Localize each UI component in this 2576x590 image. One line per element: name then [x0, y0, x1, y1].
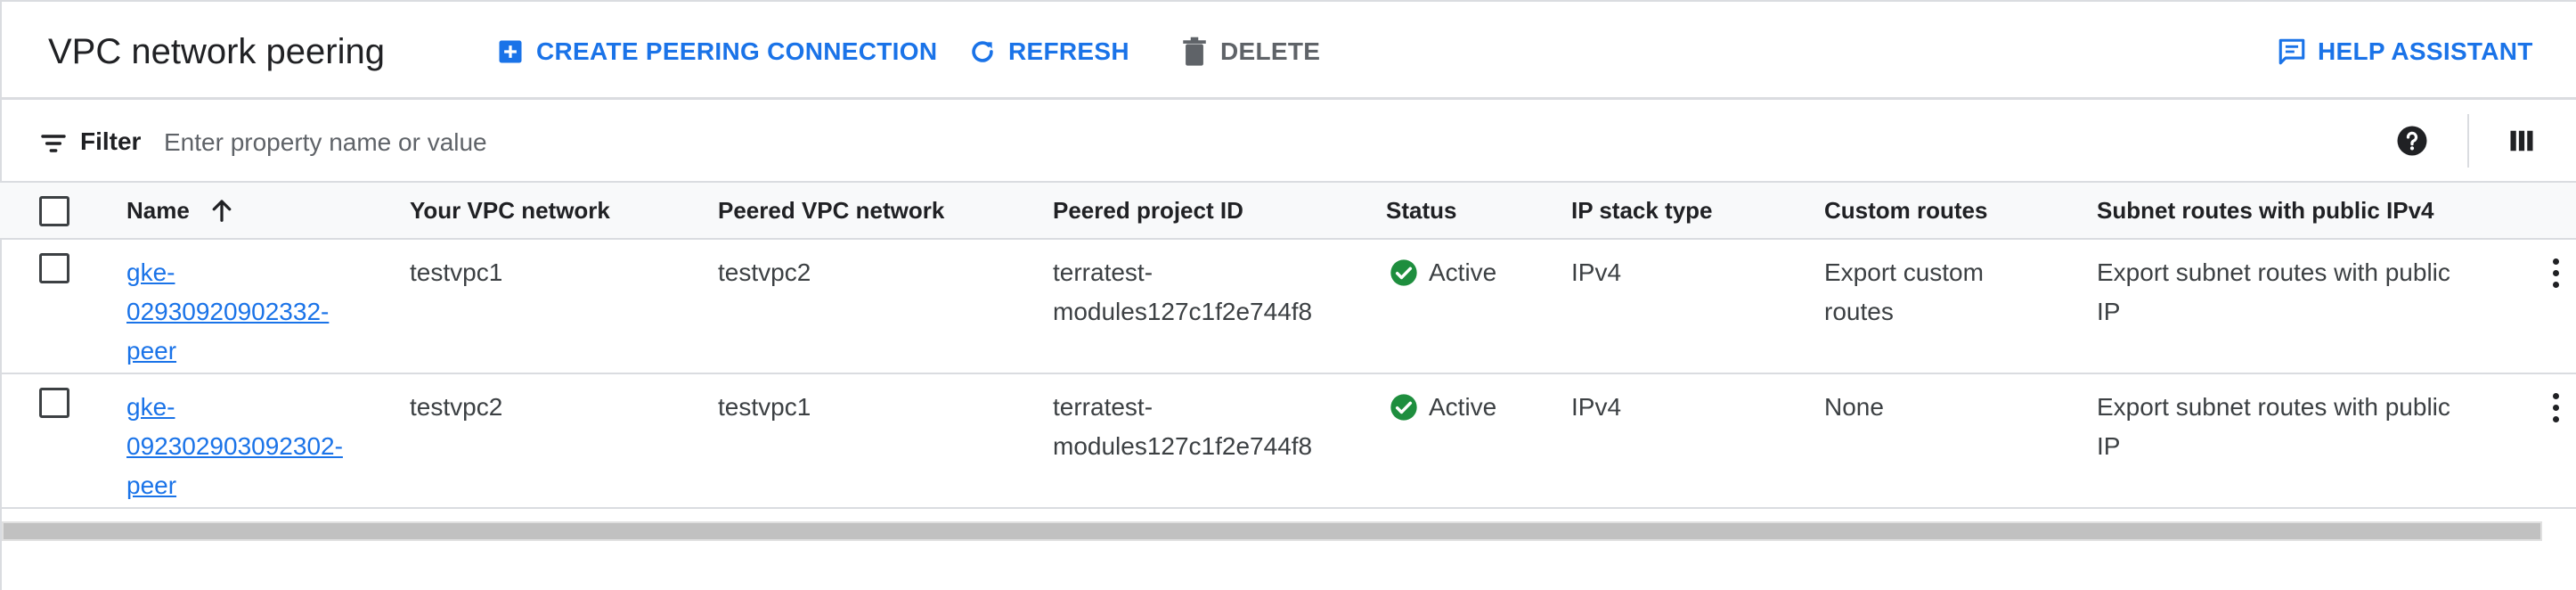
check-circle-icon	[1390, 394, 1417, 421]
refresh-label: REFRESH	[1008, 37, 1129, 65]
column-header-peered-project-id[interactable]: Peered project ID	[1053, 197, 1243, 225]
column-header-ip-stack-type[interactable]: IP stack type	[1571, 197, 1713, 225]
create-peering-connection-label: CREATE PEERING CONNECTION	[536, 37, 938, 65]
peering-name-cell: gke- 02930920902332- peer	[126, 253, 329, 371]
row-checkbox[interactable]	[39, 253, 69, 283]
select-all-checkbox[interactable]	[39, 196, 69, 226]
more-vert-icon[interactable]	[2547, 390, 2564, 426]
table-row: gke- 02930920902332- peer testvpc1 testvpc…	[0, 240, 2576, 374]
toolbar-divider	[2467, 114, 2469, 168]
status-text: Active	[1429, 258, 1497, 286]
page-header: VPC network peering CREATE PEERING CONNE…	[0, 5, 2576, 100]
chat-icon	[2277, 37, 2307, 67]
subnet-routes-cell: Export subnet routes with public IP	[2097, 258, 2450, 325]
column-display-icon[interactable]	[2508, 127, 2535, 154]
status-text: Active	[1429, 393, 1497, 421]
filter-bar: Filter	[0, 102, 2576, 183]
status-cell: Active	[1390, 388, 1496, 427]
column-header-subnet-routes[interactable]: Subnet routes with public IPv4	[2097, 197, 2434, 225]
status-cell: Active	[1390, 253, 1496, 292]
filter-input[interactable]	[164, 122, 2302, 163]
peered-project-id-cell: terratest-modules127c1f2e744f8	[1053, 393, 1313, 460]
row-checkbox[interactable]	[39, 388, 69, 418]
your-vpc-network-cell: testvpc2	[410, 393, 503, 421]
peered-vpc-network-cell: testvpc1	[718, 393, 811, 421]
table-row: gke- 092302903092302- peer testvpc2 testvp…	[0, 374, 2576, 509]
arrow-up-icon	[212, 200, 232, 222]
column-header-custom-routes[interactable]: Custom routes	[1824, 197, 1987, 225]
horizontal-scrollbar[interactable]	[2, 521, 2542, 541]
delete-button[interactable]: DELETE	[1179, 32, 1320, 71]
add-box-icon	[495, 37, 526, 67]
table-header: Name Your VPC network Peered VPC network…	[0, 183, 2576, 240]
column-header-name[interactable]: Name	[126, 197, 235, 225]
page-title: VPC network peering	[48, 32, 385, 71]
more-vert-icon[interactable]	[2547, 256, 2564, 291]
check-circle-icon	[1390, 259, 1417, 286]
column-header-peered-vpc-network[interactable]: Peered VPC network	[718, 197, 944, 225]
refresh-icon	[967, 37, 998, 67]
refresh-button[interactable]: REFRESH	[967, 32, 1129, 71]
create-peering-connection-button[interactable]: CREATE PEERING CONNECTION	[495, 32, 937, 71]
filter-icon	[39, 129, 68, 158]
peered-project-id-cell: terratest-modules127c1f2e744f8	[1053, 258, 1313, 325]
filter-label: Filter	[80, 127, 142, 155]
delete-label: DELETE	[1220, 37, 1321, 65]
trash-icon	[1179, 37, 1210, 67]
help-assistant-label: HELP ASSISTANT	[2318, 37, 2533, 65]
peering-name-link[interactable]: gke- 092302903092302- peer	[126, 393, 343, 499]
custom-routes-cell: None	[1824, 393, 1884, 421]
ip-stack-type-cell: IPv4	[1571, 258, 1622, 286]
your-vpc-network-cell: testvpc1	[410, 258, 503, 286]
ip-stack-type-cell: IPv4	[1571, 393, 1622, 421]
help-icon[interactable]	[2396, 125, 2428, 157]
column-header-your-vpc-network[interactable]: Your VPC network	[410, 197, 610, 225]
help-assistant-button[interactable]: HELP ASSISTANT	[2277, 32, 2533, 71]
peered-vpc-network-cell: testvpc2	[718, 258, 811, 286]
subnet-routes-cell: Export subnet routes with public IP	[2097, 393, 2450, 460]
column-header-label: Name	[126, 197, 190, 224]
custom-routes-cell: Export custom routes	[1824, 258, 1984, 325]
peering-name-link[interactable]: gke- 02930920902332- peer	[126, 258, 329, 365]
column-header-status[interactable]: Status	[1386, 197, 1456, 225]
peering-name-cell: gke- 092302903092302- peer	[126, 388, 343, 505]
